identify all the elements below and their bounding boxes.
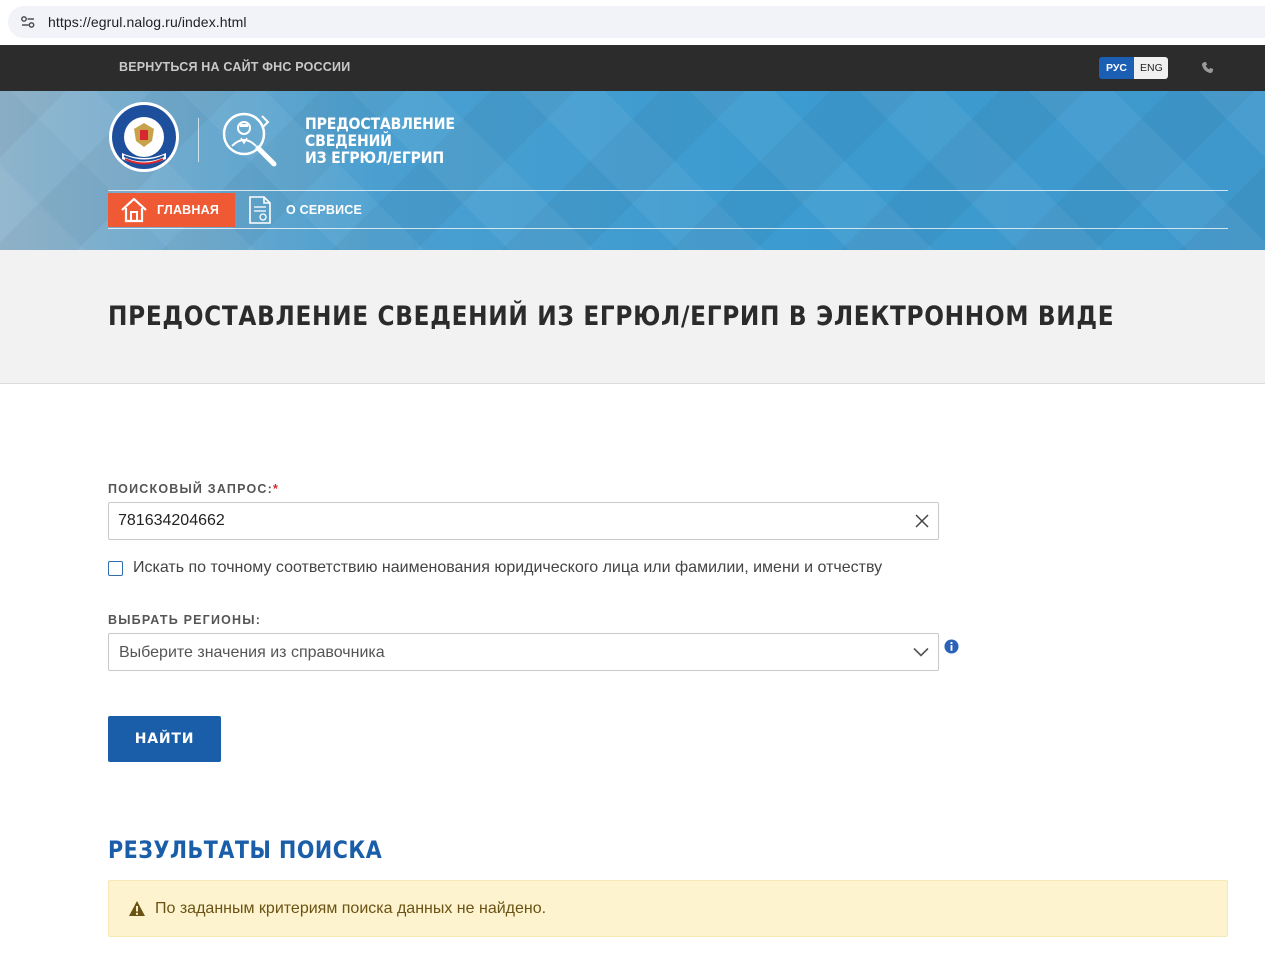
regions-select[interactable]: Выберите значения из справочника xyxy=(108,633,939,671)
service-title[interactable]: ПРЕДОСТАВЛЕНИЕ СВЕДЕНИЙ ИЗ ЕГРЮЛ/ЕГРИП xyxy=(305,114,455,167)
title-band: ПРЕДОСТАВЛЕНИЕ СВЕДЕНИЙ ИЗ ЕГРЮЛ/ЕГРИП В… xyxy=(0,250,1265,384)
site-settings-icon[interactable] xyxy=(20,14,36,30)
regions-label: ВЫБРАТЬ РЕГИОНЫ: xyxy=(108,613,262,627)
service-title-line1: ПРЕДОСТАВЛЕНИЕ xyxy=(305,114,455,133)
search-field xyxy=(108,502,939,540)
clear-icon[interactable] xyxy=(915,514,929,528)
phone-icon[interactable] xyxy=(1201,61,1214,74)
fns-emblem-logo[interactable] xyxy=(108,101,180,173)
logo-divider xyxy=(198,118,199,162)
service-magnifier-icon xyxy=(222,112,277,167)
nav-about-button[interactable]: О СЕРВИСЕ xyxy=(246,193,362,227)
warning-icon xyxy=(129,901,145,916)
service-title-line3: ИЗ ЕГРЮЛ/ЕГРИП xyxy=(305,148,444,167)
page-title: ПРЕДОСТАВЛЕНИЕ СВЕДЕНИЙ ИЗ ЕГРЮЛ/ЕГРИП В… xyxy=(108,301,1115,332)
chevron-down-icon xyxy=(913,647,929,657)
exact-match-checkbox[interactable] xyxy=(108,561,123,576)
url-field[interactable]: https://egrul.nalog.ru/index.html xyxy=(8,6,1265,38)
nav-home-label: ГЛАВНАЯ xyxy=(157,203,220,217)
nav-home-button[interactable]: ГЛАВНАЯ xyxy=(108,193,235,227)
language-switcher: РУС ENG xyxy=(1099,57,1168,79)
results-title: РЕЗУЛЬТАТЫ ПОИСКА xyxy=(108,836,383,864)
nav-about-label: О СЕРВИСЕ xyxy=(286,203,363,217)
query-label: ПОИСКОВЫЙ ЗАПРОС:* xyxy=(108,482,279,496)
no-results-message: По заданным критериям поиска данных не н… xyxy=(155,900,547,917)
back-to-fns-link[interactable]: ВЕРНУТЬСЯ НА САЙТ ФНС РОССИИ xyxy=(119,60,350,74)
regions-placeholder: Выберите значения из справочника xyxy=(119,644,385,661)
nav-bottom-rule xyxy=(108,228,1228,229)
top-strip: ВЕРНУТЬСЯ НА САЙТ ФНС РОССИИ РУС ENG xyxy=(0,45,1265,91)
service-title-line2: СВЕДЕНИЙ xyxy=(305,131,392,150)
site-header: ПРЕДОСТАВЛЕНИЕ СВЕДЕНИЙ ИЗ ЕГРЮЛ/ЕГРИП Г… xyxy=(0,91,1265,250)
info-icon[interactable] xyxy=(944,639,959,654)
lang-ru-button[interactable]: РУС xyxy=(1099,57,1134,79)
url-text: https://egrul.nalog.ru/index.html xyxy=(48,14,247,30)
home-icon xyxy=(121,197,147,223)
nav-top-rule xyxy=(108,190,1228,191)
exact-match-label[interactable]: Искать по точному соответствию наименова… xyxy=(133,559,882,577)
required-mark: * xyxy=(272,482,280,496)
search-input[interactable] xyxy=(118,512,898,530)
find-button[interactable]: НАЙТИ xyxy=(108,716,221,762)
query-label-text: ПОИСКОВЫЙ ЗАПРОС: xyxy=(108,482,273,496)
browser-address-bar: https://egrul.nalog.ru/index.html xyxy=(0,0,1265,45)
lang-en-button[interactable]: ENG xyxy=(1134,57,1168,79)
document-icon xyxy=(249,196,271,224)
no-results-alert: По заданным критериям поиска данных не н… xyxy=(108,880,1228,937)
